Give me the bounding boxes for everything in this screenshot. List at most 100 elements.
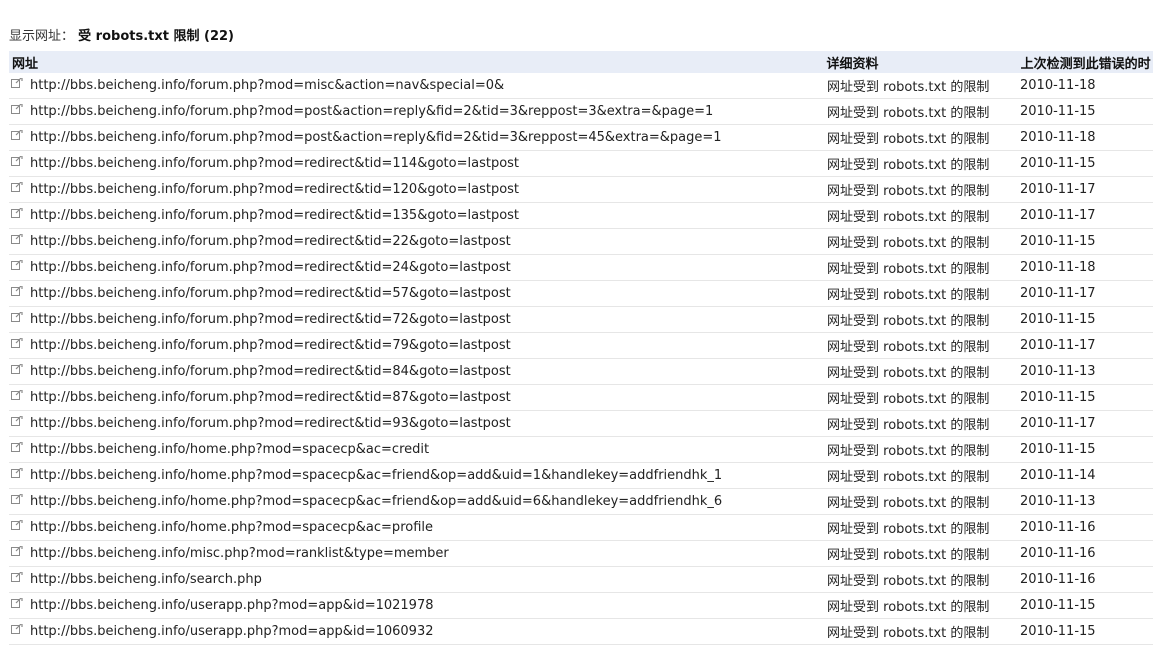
table-row: http://bbs.beicheng.info/search.php 网址受到 …: [9, 567, 1153, 593]
date-cell: 2010-11-15: [1020, 598, 1096, 613]
url-link[interactable]: http://bbs.beicheng.info/forum.php?mod=r…: [30, 364, 511, 379]
detail-cell: 网址受到 robots.txt 的限制: [827, 496, 990, 511]
external-link-icon[interactable]: [11, 234, 23, 244]
date-cell: 2010-11-15: [1020, 442, 1096, 457]
external-link-icon[interactable]: [11, 442, 23, 452]
url-cell: http://bbs.beicheng.info/misc.php?mod=ra…: [9, 546, 825, 561]
table-row: http://bbs.beicheng.info/userapp.php?mod…: [9, 593, 1153, 619]
url-cell: http://bbs.beicheng.info/forum.php?mod=r…: [9, 312, 825, 327]
external-link-icon[interactable]: [11, 364, 23, 374]
external-link-icon[interactable]: [11, 416, 23, 426]
external-link-icon[interactable]: [11, 312, 23, 322]
external-link-icon[interactable]: [11, 624, 23, 634]
external-link-icon[interactable]: [11, 286, 23, 296]
url-cell: http://bbs.beicheng.info/forum.php?mod=r…: [9, 208, 825, 223]
date-cell: 2010-11-18: [1020, 130, 1096, 145]
external-link-icon[interactable]: [11, 156, 23, 166]
column-header-last-detected[interactable]: 上次检测到此错误的时: [1021, 53, 1153, 72]
detail-cell: 网址受到 robots.txt 的限制: [827, 132, 990, 147]
url-cell: http://bbs.beicheng.info/userapp.php?mod…: [9, 598, 825, 613]
external-link-icon[interactable]: [11, 390, 23, 400]
date-cell: 2010-11-15: [1020, 156, 1096, 171]
external-link-icon[interactable]: [11, 598, 23, 608]
url-link[interactable]: http://bbs.beicheng.info/forum.php?mod=r…: [30, 390, 511, 405]
external-link-icon[interactable]: [11, 338, 23, 348]
date-cell: 2010-11-15: [1020, 104, 1096, 119]
url-link[interactable]: http://bbs.beicheng.info/home.php?mod=sp…: [30, 494, 722, 509]
date-cell: 2010-11-16: [1020, 572, 1096, 587]
table-row: http://bbs.beicheng.info/home.php?mod=sp…: [9, 489, 1153, 515]
detail-cell: 网址受到 robots.txt 的限制: [827, 626, 990, 641]
url-cell: http://bbs.beicheng.info/forum.php?mod=r…: [9, 416, 825, 431]
external-link-icon[interactable]: [11, 260, 23, 270]
detail-cell: 网址受到 robots.txt 的限制: [827, 184, 990, 199]
table-row: http://bbs.beicheng.info/forum.php?mod=r…: [9, 385, 1153, 411]
date-cell: 2010-11-18: [1020, 78, 1096, 93]
external-link-icon[interactable]: [11, 546, 23, 556]
detail-cell: 网址受到 robots.txt 的限制: [827, 366, 990, 381]
external-link-icon[interactable]: [11, 468, 23, 478]
external-link-icon[interactable]: [11, 208, 23, 218]
url-link[interactable]: http://bbs.beicheng.info/misc.php?mod=ra…: [30, 546, 449, 561]
table-row: http://bbs.beicheng.info/forum.php?mod=r…: [9, 281, 1153, 307]
detail-cell: 网址受到 robots.txt 的限制: [827, 574, 990, 589]
url-link[interactable]: http://bbs.beicheng.info/forum.php?mod=r…: [30, 286, 511, 301]
external-link-icon[interactable]: [11, 78, 23, 88]
url-link[interactable]: http://bbs.beicheng.info/forum.php?mod=r…: [30, 182, 519, 197]
table-row: http://bbs.beicheng.info/forum.php?mod=m…: [9, 73, 1153, 99]
external-link-icon[interactable]: [11, 130, 23, 140]
date-cell: 2010-11-13: [1020, 494, 1096, 509]
detail-cell: 网址受到 robots.txt 的限制: [827, 288, 990, 303]
detail-cell: 网址受到 robots.txt 的限制: [827, 106, 990, 121]
url-link[interactable]: http://bbs.beicheng.info/forum.php?mod=r…: [30, 156, 519, 171]
detail-cell: 网址受到 robots.txt 的限制: [827, 236, 990, 251]
detail-cell: 网址受到 robots.txt 的限制: [827, 418, 990, 433]
url-link[interactable]: http://bbs.beicheng.info/forum.php?mod=r…: [30, 312, 511, 327]
date-cell: 2010-11-17: [1020, 182, 1096, 197]
url-cell: http://bbs.beicheng.info/home.php?mod=sp…: [9, 520, 825, 535]
table-row: http://bbs.beicheng.info/forum.php?mod=p…: [9, 99, 1153, 125]
detail-cell: 网址受到 robots.txt 的限制: [827, 314, 990, 329]
url-link[interactable]: http://bbs.beicheng.info/home.php?mod=sp…: [30, 468, 722, 483]
date-cell: 2010-11-17: [1020, 208, 1096, 223]
url-link[interactable]: http://bbs.beicheng.info/forum.php?mod=r…: [30, 208, 519, 223]
table-row: http://bbs.beicheng.info/forum.php?mod=r…: [9, 333, 1153, 359]
detail-cell: 网址受到 robots.txt 的限制: [827, 80, 990, 95]
url-link[interactable]: http://bbs.beicheng.info/forum.php?mod=p…: [30, 130, 722, 145]
external-link-icon[interactable]: [11, 572, 23, 582]
url-link[interactable]: http://bbs.beicheng.info/search.php: [30, 572, 262, 587]
table-row: http://bbs.beicheng.info/forum.php?mod=p…: [9, 125, 1153, 151]
table-row: http://bbs.beicheng.info/forum.php?mod=r…: [9, 151, 1153, 177]
url-cell: http://bbs.beicheng.info/forum.php?mod=r…: [9, 364, 825, 379]
date-cell: 2010-11-15: [1020, 234, 1096, 249]
date-cell: 2010-11-15: [1020, 312, 1096, 327]
url-link[interactable]: http://bbs.beicheng.info/forum.php?mod=m…: [30, 78, 504, 93]
external-link-icon[interactable]: [11, 182, 23, 192]
url-link[interactable]: http://bbs.beicheng.info/userapp.php?mod…: [30, 598, 434, 613]
column-header-detail[interactable]: 详细资料: [824, 53, 1020, 72]
date-cell: 2010-11-15: [1020, 624, 1096, 639]
table-row: http://bbs.beicheng.info/misc.php?mod=ra…: [9, 541, 1153, 567]
url-cell: http://bbs.beicheng.info/forum.php?mod=p…: [9, 104, 825, 119]
url-link[interactable]: http://bbs.beicheng.info/userapp.php?mod…: [30, 624, 434, 639]
filter-value: 受 robots.txt 限制 (22): [78, 29, 234, 44]
table-row: http://bbs.beicheng.info/forum.php?mod=r…: [9, 229, 1153, 255]
detail-cell: 网址受到 robots.txt 的限制: [827, 470, 990, 485]
url-link[interactable]: http://bbs.beicheng.info/forum.php?mod=p…: [30, 104, 713, 119]
url-cell: http://bbs.beicheng.info/search.php: [9, 572, 825, 587]
url-link[interactable]: http://bbs.beicheng.info/forum.php?mod=r…: [30, 234, 511, 249]
url-link[interactable]: http://bbs.beicheng.info/home.php?mod=sp…: [30, 520, 433, 535]
table-row: http://bbs.beicheng.info/home.php?mod=sp…: [9, 463, 1153, 489]
url-link[interactable]: http://bbs.beicheng.info/home.php?mod=sp…: [30, 442, 429, 457]
external-link-icon[interactable]: [11, 520, 23, 530]
url-link[interactable]: http://bbs.beicheng.info/forum.php?mod=r…: [30, 260, 511, 275]
table-row: http://bbs.beicheng.info/forum.php?mod=r…: [9, 203, 1153, 229]
external-link-icon[interactable]: [11, 494, 23, 504]
external-link-icon[interactable]: [11, 104, 23, 114]
detail-cell: 网址受到 robots.txt 的限制: [827, 392, 990, 407]
url-link[interactable]: http://bbs.beicheng.info/forum.php?mod=r…: [30, 416, 511, 431]
date-cell: 2010-11-17: [1020, 286, 1096, 301]
url-cell: http://bbs.beicheng.info/forum.php?mod=r…: [9, 260, 825, 275]
column-header-url[interactable]: 网址: [9, 53, 824, 72]
url-link[interactable]: http://bbs.beicheng.info/forum.php?mod=r…: [30, 338, 511, 353]
